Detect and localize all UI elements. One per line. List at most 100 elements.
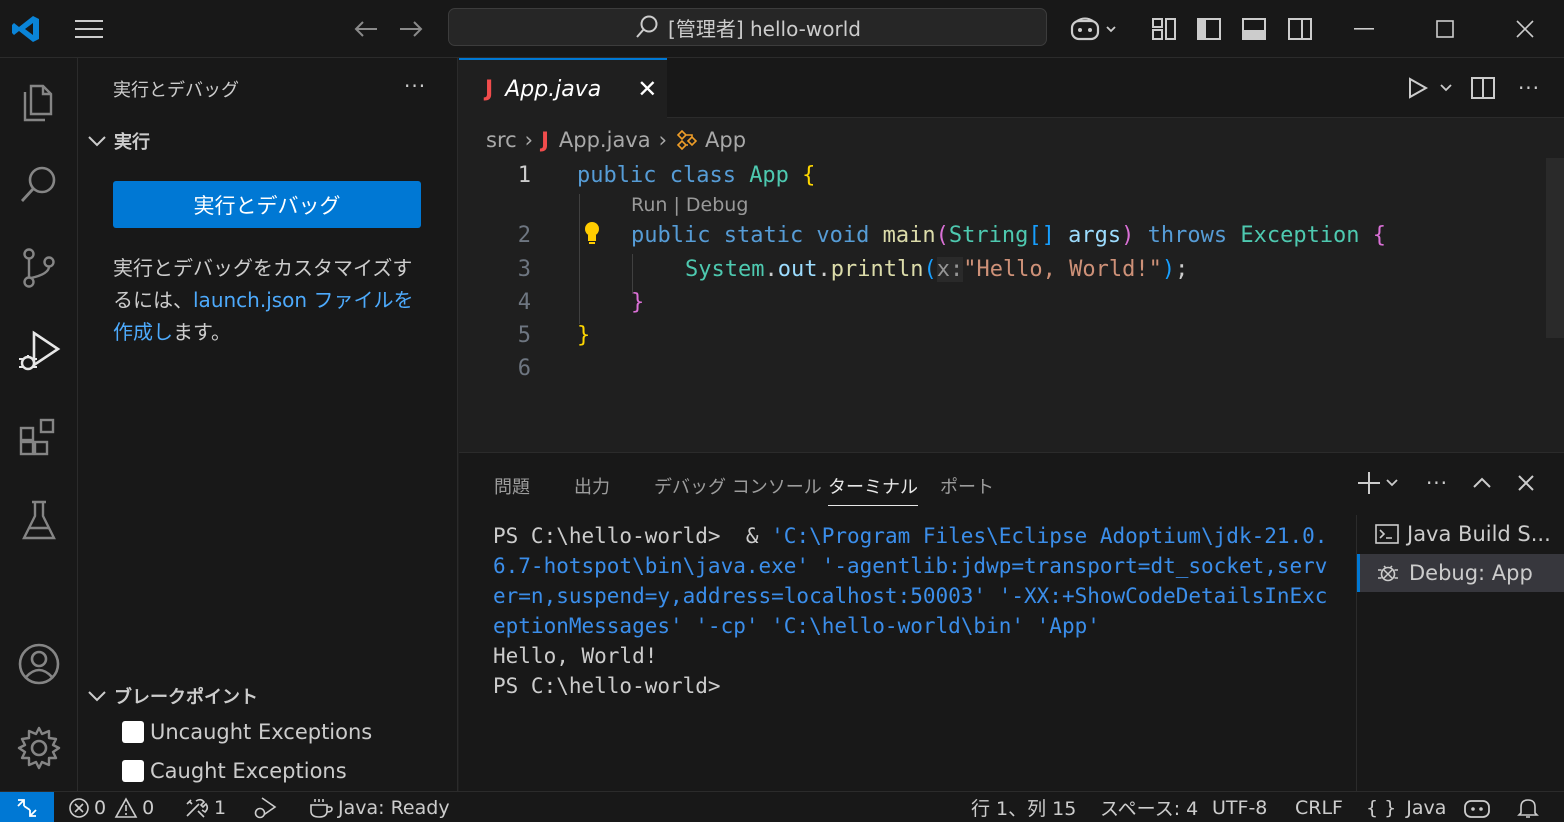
debug-status-button[interactable] bbox=[252, 792, 282, 822]
code-token: out bbox=[777, 256, 818, 282]
tab-app-java[interactable]: J App.java ✕ bbox=[459, 58, 667, 118]
line-number: 5 bbox=[517, 322, 531, 348]
run-description: 実行とデバッグをカスタマイズするには、launch.json ファイルを作成しま… bbox=[113, 252, 423, 348]
code-token: args bbox=[1054, 222, 1122, 248]
toggle-primary-sidebar-icon[interactable] bbox=[1191, 0, 1227, 58]
chevron-down-icon bbox=[88, 136, 106, 147]
tab-problems[interactable]: 問題 bbox=[494, 473, 530, 499]
breadcrumb-symbol[interactable]: App bbox=[705, 128, 746, 152]
encoding-status[interactable]: UTF-8 bbox=[1212, 792, 1267, 822]
close-window-icon[interactable] bbox=[1505, 0, 1545, 58]
java-file-icon: J bbox=[541, 128, 549, 152]
terminal-item-java-build[interactable]: Java Build S... bbox=[1357, 515, 1564, 553]
sidebar-more-actions-button[interactable]: ··· bbox=[404, 74, 426, 98]
toggle-panel-icon[interactable] bbox=[1236, 0, 1272, 58]
line-number: 4 bbox=[517, 289, 531, 315]
panel-more-actions-button[interactable]: ··· bbox=[1419, 463, 1455, 503]
customize-layout-icon[interactable] bbox=[1146, 0, 1182, 58]
minimize-window-icon[interactable] bbox=[1344, 0, 1384, 58]
class-symbol-icon bbox=[676, 129, 698, 151]
run-java-button[interactable] bbox=[1399, 58, 1459, 118]
code-token: System bbox=[685, 256, 765, 282]
editor-tab-bar: J App.java ✕ ··· bbox=[459, 58, 1564, 118]
java-status-label: Java: Ready bbox=[338, 796, 450, 819]
code-token: ) bbox=[1161, 256, 1176, 282]
terminal-output[interactable]: PS C:\hello-world> & 'C:\Program Files\E… bbox=[493, 521, 1333, 701]
warning-icon bbox=[114, 796, 138, 818]
code-token: main bbox=[882, 222, 936, 248]
codelens-run-debug[interactable]: Run | Debug bbox=[631, 194, 748, 216]
source-control-icon[interactable] bbox=[0, 226, 78, 310]
code-token: public class bbox=[577, 162, 750, 188]
line-number: 3 bbox=[517, 256, 531, 282]
code-token: println bbox=[830, 256, 924, 282]
maximize-window-icon[interactable] bbox=[1425, 0, 1465, 58]
search-view-icon[interactable] bbox=[0, 142, 78, 226]
menu-icon[interactable] bbox=[68, 0, 110, 58]
breakpoint-caught-exceptions[interactable]: Caught Exceptions bbox=[122, 759, 347, 783]
explorer-icon[interactable] bbox=[0, 58, 78, 142]
java-status[interactable]: Java: Ready bbox=[308, 792, 450, 822]
editor-scrollbar[interactable] bbox=[1546, 158, 1564, 338]
code-line: 6 bbox=[459, 351, 1459, 385]
tab-debug-console[interactable]: デバッグ コンソール bbox=[654, 473, 822, 499]
breakpoint-uncaught-exceptions[interactable]: Uncaught Exceptions bbox=[122, 720, 372, 744]
terminal-list: Java Build S... Debug: App bbox=[1356, 515, 1564, 792]
bottom-panel: 問題 出力 デバッグ コンソール ターミナル ポート ··· PS C:\hel… bbox=[459, 452, 1564, 792]
terminal-item-label: Debug: App bbox=[1409, 561, 1533, 585]
language-mode-status[interactable]: { } Java bbox=[1366, 792, 1446, 822]
close-panel-icon[interactable] bbox=[1509, 463, 1543, 503]
code-token: ( bbox=[935, 222, 949, 248]
inlay-hint: x: bbox=[936, 256, 964, 282]
tab-output[interactable]: 出力 bbox=[574, 473, 610, 499]
split-editor-icon[interactable] bbox=[1465, 58, 1501, 118]
remote-icon bbox=[17, 798, 37, 817]
notifications-bell-icon[interactable] bbox=[1516, 792, 1544, 822]
command-center-search[interactable]: [管理者] hello-world bbox=[448, 8, 1047, 46]
code-line: 1 public class App { bbox=[459, 158, 1459, 192]
accounts-icon[interactable] bbox=[0, 622, 78, 706]
breakpoints-section-header[interactable]: ブレークポイント bbox=[86, 683, 258, 709]
testing-icon[interactable] bbox=[0, 478, 78, 562]
run-debug-icon bbox=[254, 796, 277, 818]
breadcrumb-file[interactable]: App.java bbox=[559, 128, 651, 152]
maximize-panel-icon[interactable] bbox=[1465, 463, 1499, 503]
code-token: String bbox=[948, 222, 1029, 248]
checkbox[interactable] bbox=[122, 721, 144, 743]
terminal-output-line: Hello, World! bbox=[493, 644, 658, 668]
remote-indicator-button[interactable] bbox=[0, 792, 54, 822]
new-terminal-button[interactable] bbox=[1355, 463, 1403, 503]
manage-gear-icon[interactable] bbox=[0, 706, 78, 790]
close-tab-icon[interactable]: ✕ bbox=[637, 75, 657, 103]
tools-icon bbox=[186, 798, 209, 818]
run-and-debug-button[interactable]: 実行とデバッグ bbox=[113, 181, 421, 228]
breadcrumb-folder[interactable]: src bbox=[486, 128, 517, 152]
back-arrow-icon[interactable] bbox=[350, 0, 382, 58]
forward-arrow-icon[interactable] bbox=[395, 0, 427, 58]
problems-status[interactable]: 0 0 bbox=[68, 792, 154, 822]
indentation-status[interactable]: スペース: 4 bbox=[1100, 792, 1198, 822]
cursor-position[interactable]: 行 1、列 15 bbox=[971, 792, 1076, 822]
code-editor[interactable]: 1 public class App { 2 public static voi… bbox=[459, 158, 1549, 450]
lightbulb-icon[interactable] bbox=[582, 220, 602, 250]
tab-ports[interactable]: ポート bbox=[940, 473, 994, 499]
eol-status[interactable]: CRLF bbox=[1295, 792, 1343, 822]
tab-terminal[interactable]: ターミナル bbox=[828, 473, 918, 506]
breakpoints-section-label: ブレークポイント bbox=[114, 687, 258, 708]
run-and-debug-icon[interactable] bbox=[0, 310, 78, 394]
terminal-prompt: PS C:\hello-world> & bbox=[493, 524, 772, 548]
checkbox[interactable] bbox=[122, 760, 144, 782]
terminal-item-debug-app[interactable]: Debug: App bbox=[1357, 554, 1564, 592]
title-bar: [管理者] hello-world bbox=[0, 0, 1564, 58]
code-token: ( bbox=[923, 256, 937, 282]
toggle-secondary-sidebar-icon[interactable] bbox=[1282, 0, 1318, 58]
run-section-header[interactable]: 実行 bbox=[86, 128, 150, 154]
copilot-status-icon[interactable] bbox=[1462, 792, 1496, 822]
ports-status[interactable]: 1 bbox=[184, 792, 226, 822]
code-token: public static void bbox=[631, 222, 883, 248]
extensions-icon[interactable] bbox=[0, 394, 78, 478]
code-token: { bbox=[788, 162, 816, 188]
copilot-icon[interactable] bbox=[1066, 0, 1124, 58]
code-line: 5 } bbox=[459, 318, 1459, 352]
editor-more-actions-button[interactable]: ··· bbox=[1511, 58, 1547, 118]
